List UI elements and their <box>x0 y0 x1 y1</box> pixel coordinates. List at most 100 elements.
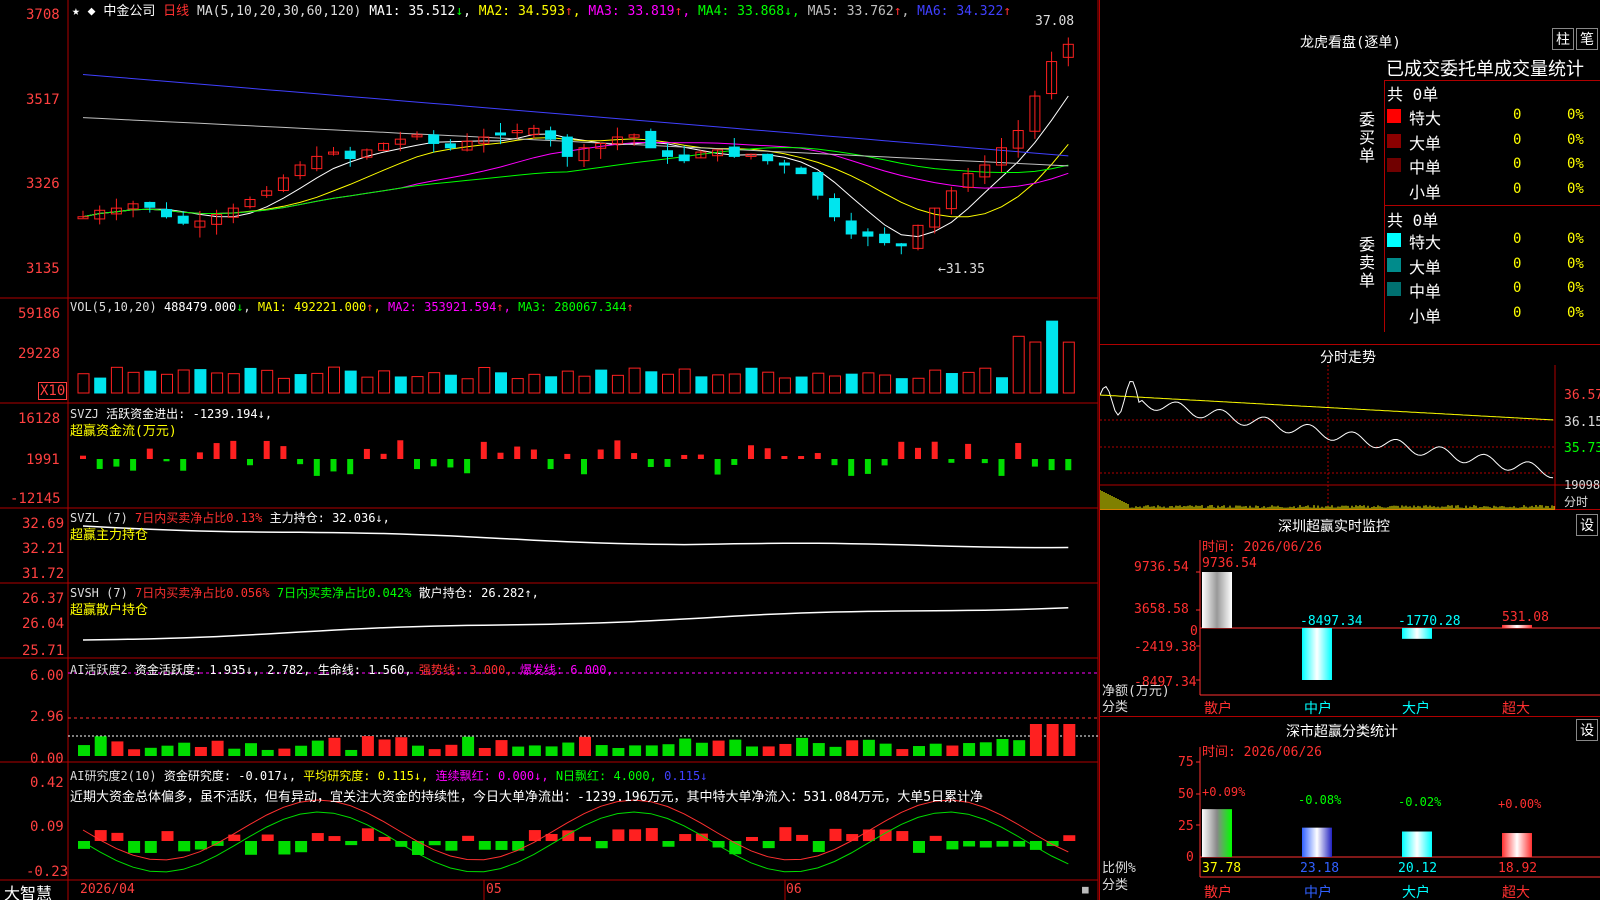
capital-flow-bar <box>965 443 972 459</box>
research-bar <box>345 841 358 846</box>
x-tick-3: 06 <box>786 882 802 897</box>
star-icon[interactable]: ★ ◆ <box>72 4 95 19</box>
activity-bar <box>612 747 625 756</box>
activity-bar <box>278 748 291 756</box>
classify-cat-2: 中户 <box>1304 885 1332 900</box>
intraday-panel[interactable]: 分时走势 36.57 36.15 35.73 19098 分时 <box>1099 345 1600 510</box>
candle-body <box>545 130 557 140</box>
capital-flow-bar <box>464 459 471 474</box>
volume-bar <box>378 370 391 394</box>
volume-bar <box>862 372 875 394</box>
monitor-ytick-1: 9736.54 <box>1134 560 1189 575</box>
lock-icon[interactable]: ■ <box>1082 883 1089 896</box>
capital-flow-bar <box>480 441 487 459</box>
candle-body <box>895 243 907 247</box>
y-tick-main-2: 3517 <box>26 92 60 108</box>
volume-bar <box>311 372 324 394</box>
activity-bar <box>311 740 324 756</box>
lhb-tick-button[interactable]: 笔 <box>1576 28 1598 50</box>
classify-top-2: -0.08% <box>1298 793 1342 807</box>
research-bar <box>412 841 424 855</box>
kline-chart-area[interactable] <box>0 0 1100 900</box>
candle-body <box>561 136 573 157</box>
vol-header: VOL(5,10,20) 488479.000↓, MA1: 492221.00… <box>70 300 634 314</box>
activity-bar <box>528 745 541 756</box>
research-bar <box>178 841 191 852</box>
buy-row-label: 特大 <box>1409 109 1442 128</box>
research-bar <box>194 841 207 850</box>
y-tick-res-1: 0.42 <box>30 775 64 791</box>
sell-row-count: 0 <box>1513 255 1522 272</box>
volume-bar <box>344 370 357 394</box>
capital-flow-bar <box>514 446 521 459</box>
volume-bar <box>94 377 107 394</box>
ma-line-30 <box>82 146 1069 218</box>
candle-body <box>662 150 673 157</box>
volume-bar <box>478 366 491 394</box>
sell-side-label: 委卖单 <box>1359 235 1376 290</box>
y-tick-svsh-2: 26.04 <box>22 616 65 632</box>
candle-body <box>845 220 857 235</box>
volume-bar <box>578 375 591 394</box>
volume-bar <box>77 373 90 394</box>
y-tick-vol-1: 59186 <box>18 306 61 322</box>
svzl-subtitle: 超赢主力持仓 <box>70 528 149 543</box>
classify-cat-4: 超大 <box>1502 885 1530 900</box>
ma-line-60 <box>82 117 1069 167</box>
lhb-bar-button[interactable]: 柱 <box>1552 28 1574 50</box>
svzj-subtitle: 超赢资金流(万元) <box>70 424 177 439</box>
intraday-title: 分时走势 <box>1320 350 1376 366</box>
capital-flow-bar <box>397 440 404 459</box>
activity-bar <box>929 743 942 756</box>
buy-row-count: 0 <box>1513 131 1522 148</box>
sell-total: 共 0单 <box>1387 211 1439 230</box>
monitor-ytick-3: 0 <box>1190 624 1198 639</box>
classify-bar-1 <box>1202 809 1232 857</box>
activity-bar <box>846 740 859 756</box>
research-bar <box>595 841 608 849</box>
activity-bar <box>111 741 124 756</box>
activity-bar <box>712 740 725 756</box>
activity-bar <box>428 749 441 756</box>
activity-bar <box>662 744 675 756</box>
classify-ytick-1: 75 <box>1178 755 1194 770</box>
activity-bar <box>144 747 157 756</box>
monitor-cat-3: 大户 <box>1402 701 1430 717</box>
monitor-val-2: -8497.34 <box>1300 614 1363 629</box>
research-bar <box>862 829 875 841</box>
ma3-legend: MA3: 33.819↑, <box>588 4 691 19</box>
research-bar <box>428 841 441 846</box>
capital-flow-bar <box>631 453 638 459</box>
sell-row-label: 中单 <box>1409 282 1442 301</box>
research-bar <box>261 834 274 841</box>
volume-bar <box>411 376 424 394</box>
activity-bar <box>963 743 976 756</box>
y-tick-vol-2: 29228 <box>18 346 61 362</box>
stock-name[interactable]: 中金公司 <box>103 4 155 19</box>
volume-bar <box>127 371 140 394</box>
volume-bar <box>662 373 674 394</box>
svsh-subtitle: 超赢散户持仓 <box>70 603 149 618</box>
capital-flow-bar <box>564 453 571 459</box>
volume-bar <box>328 366 340 394</box>
research-bar <box>896 831 909 841</box>
candle-body <box>645 130 657 149</box>
volume-bar <box>528 373 541 394</box>
sell-row-3: 中单 0 0% <box>1385 278 1600 301</box>
sell-row-count: 0 <box>1513 280 1522 296</box>
main-header: ★ ◆ 中金公司 日线 MA(5,10,20,30,60,120) MA1: 3… <box>72 0 1011 19</box>
research-bar <box>478 841 491 850</box>
research-bar <box>829 828 842 841</box>
activity-bar <box>361 736 374 756</box>
buy-swatch <box>1387 158 1401 172</box>
capital-flow-bar <box>697 454 704 459</box>
activity-bar <box>1063 724 1076 756</box>
volume-bar <box>678 368 691 394</box>
buy-side-label: 委买单 <box>1359 110 1376 165</box>
activity-bar <box>796 737 809 756</box>
buy-swatch <box>1387 133 1401 148</box>
sell-row-label: 小单 <box>1409 306 1442 326</box>
research-bar <box>979 841 992 848</box>
y-tick-main-4: 3135 <box>26 261 60 277</box>
period-label[interactable]: 日线 <box>163 4 189 19</box>
